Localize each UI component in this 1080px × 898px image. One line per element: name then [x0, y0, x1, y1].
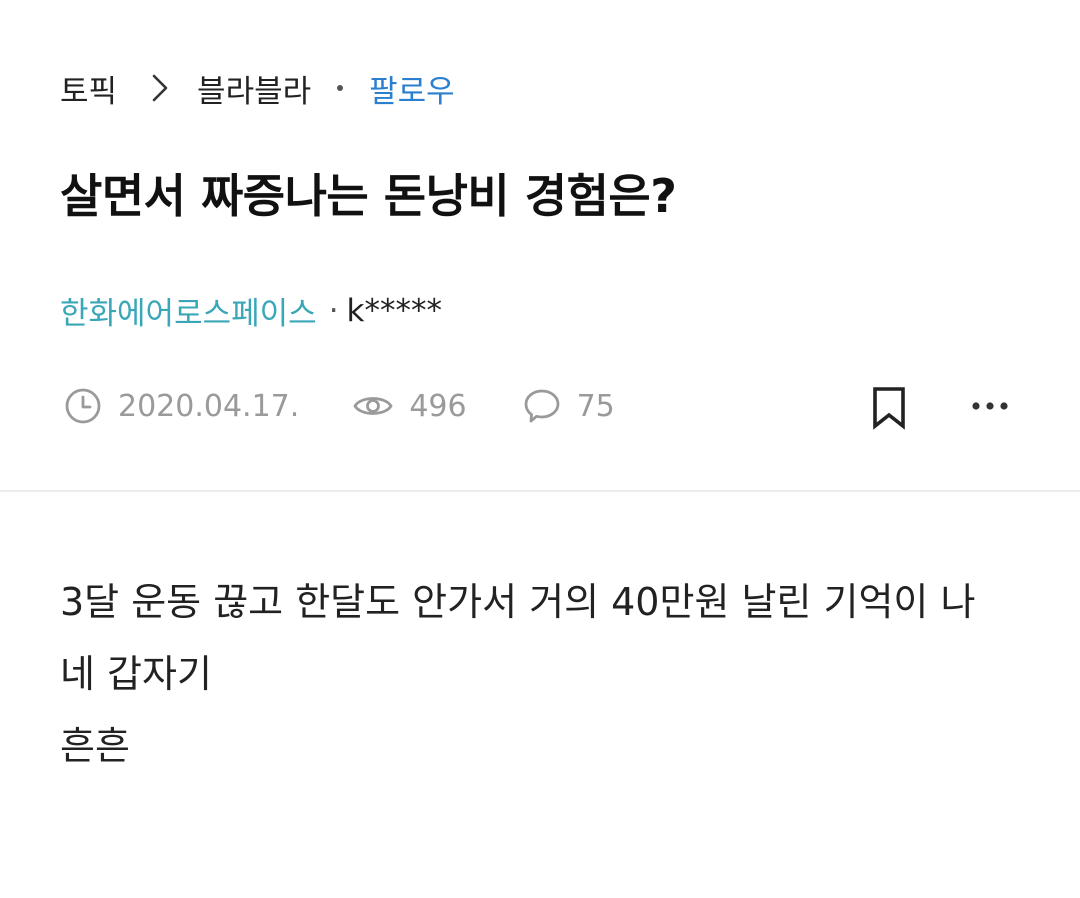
bookmark-button[interactable] — [870, 386, 908, 430]
more-dots-icon — [972, 402, 1008, 410]
post-meta: 2020.04.17. 496 75 — [64, 380, 615, 432]
eye-icon — [353, 397, 393, 415]
breadcrumb-dot — [337, 85, 344, 91]
post-body-line: 네 갑자기 — [60, 652, 212, 696]
company-link[interactable]: 한화에어로스페이스 — [60, 288, 317, 333]
post-date: 2020.04.17. — [64, 387, 299, 425]
breadcrumb: 토픽 블라블라 팔로우 — [60, 62, 455, 114]
chevron-right-icon — [151, 73, 169, 103]
post-body: 3달 운동 끊고 한달도 안가서 거의 40만원 날린 기억이 나 네 갑자기 … — [60, 566, 1020, 782]
post-date-text: 2020.04.17. — [118, 388, 300, 424]
post-title: 살면서 짜증나는 돈낭비 경험은? — [60, 169, 677, 223]
breadcrumb-topic-link[interactable]: 토픽 — [60, 66, 117, 111]
post-body-line: 3달 운동 끊고 한달도 안가서 거의 40만원 날린 기억이 나 — [60, 580, 976, 624]
clock-icon — [65, 388, 101, 424]
author-separator: · — [328, 292, 339, 329]
divider — [0, 490, 1080, 492]
post-body-line: 흔흔 — [60, 724, 130, 768]
post-views-count: 496 — [409, 388, 467, 424]
post-views: 496 — [353, 388, 467, 424]
post-comments[interactable]: 75 — [523, 388, 615, 424]
author-line: 한화에어로스페이스 · k***** — [60, 288, 442, 333]
bookmark-icon — [873, 387, 905, 430]
follow-button[interactable]: 팔로우 — [369, 66, 455, 111]
post-comments-count: 75 — [576, 388, 615, 424]
breadcrumb-board-link[interactable]: 블라블라 — [197, 66, 311, 111]
more-options-button[interactable] — [966, 388, 1014, 424]
comment-icon — [524, 389, 559, 423]
author-nickname: k***** — [346, 292, 442, 329]
